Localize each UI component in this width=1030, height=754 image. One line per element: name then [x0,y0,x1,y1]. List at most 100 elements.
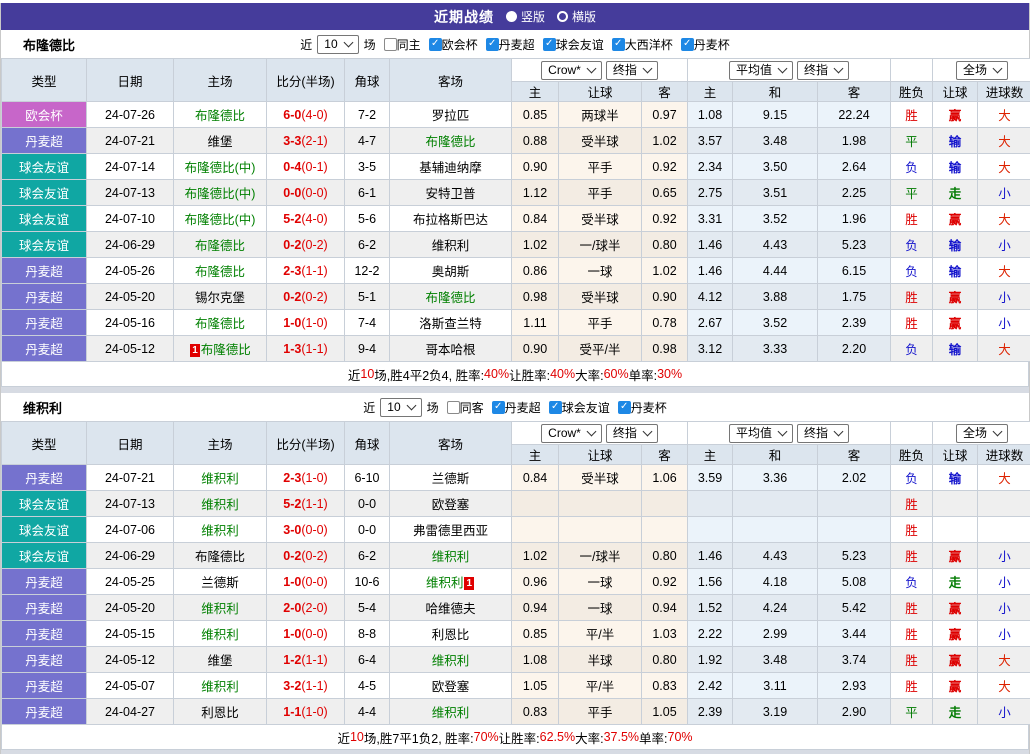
full-time-score: 2-0 [283,601,301,615]
half-time-score: (1-0) [301,471,327,485]
league-checkbox[interactable]: ✓ [543,38,556,51]
league-checkbox[interactable]: ✓ [429,38,442,51]
score-cell: 1-0(0-0) [267,621,345,647]
home-team-name: 布隆德比 [195,550,245,564]
chevron-down-icon [834,63,844,73]
handicap-cell: 两球半 [559,102,642,128]
corners-cell: 7-4 [345,310,390,336]
match-count-select[interactable]: 10 [380,398,421,417]
summary-text: 37.5% [604,730,639,744]
chevron-down-icon [993,426,1003,436]
away-team-cell: 奥胡斯 [390,258,512,284]
goals-result-cell: 小 [978,310,1030,336]
match-count-select[interactable]: 10 [317,35,358,54]
odds-group-header: Crow*终指 [512,422,688,445]
league-filter[interactable]: ✓丹麦超 [486,36,535,53]
league-checkbox[interactable]: ✓ [681,38,694,51]
date-cell: 24-06-29 [87,543,174,569]
radio-vertical-icon[interactable] [506,11,517,22]
odds-company-select[interactable]: Crow* [541,424,602,443]
column-header: 比分(半场) [267,422,345,465]
average-select[interactable]: 平均值 [729,61,793,80]
radio-horizontal-icon[interactable] [557,11,568,22]
scope-select[interactable]: 全场 [956,61,1008,80]
league-filter[interactable]: ✓丹麦杯 [618,399,667,416]
odds-company-select[interactable]: Crow* [541,61,602,80]
avg-draw-cell: 9.15 [733,102,818,128]
away-odds-cell [642,491,688,517]
score-cell: 2-3(1-1) [267,258,345,284]
same-venue-checkbox[interactable] [384,38,397,51]
away-odds-cell: 0.80 [642,647,688,673]
home-team-name: 维积利 [201,498,239,512]
same-venue-filter[interactable]: 同客 [447,399,484,416]
date-cell: 24-07-13 [87,180,174,206]
goals-result-cell: 大 [978,647,1030,673]
sub-column-header: 进球数 [978,82,1030,102]
radio-vertical-label[interactable]: 竖版 [521,8,545,25]
radio-horizontal-label[interactable]: 横版 [572,8,596,25]
layout-option-vertical[interactable]: 竖版 [506,8,545,25]
average-final-select[interactable]: 终指 [797,61,849,80]
league-filter[interactable]: ✓大西洋杯 [612,36,673,53]
sub-column-header: 进球数 [978,445,1030,465]
match-type-cell: 丹麦超 [2,258,87,284]
handicap-cell: 平手 [559,180,642,206]
league-filter[interactable]: ✓欧会杯 [429,36,478,53]
away-team-name: 布隆德比 [425,291,475,305]
same-venue-filter[interactable]: 同主 [384,36,421,53]
layout-option-horizontal[interactable]: 横版 [557,8,596,25]
league-label: 大西洋杯 [625,36,673,53]
red-card-badge: 1 [190,344,200,357]
summary-text: 70% [668,730,693,744]
date-cell: 24-05-12 [87,336,174,362]
avg-draw-cell: 3.36 [733,465,818,491]
home-odds-cell: 0.98 [512,284,559,310]
odds-final-select[interactable]: 终指 [606,61,658,80]
league-filter[interactable]: ✓丹麦超 [492,399,541,416]
league-filter[interactable]: ✓丹麦杯 [681,36,730,53]
page-title: 近期战绩 [434,7,494,27]
result-cell: 胜 [891,673,933,699]
summary-text: 40% [484,367,509,381]
date-cell: 24-06-29 [87,232,174,258]
league-checkbox[interactable]: ✓ [486,38,499,51]
result-cell: 胜 [891,543,933,569]
handicap-result-cell: 输 [933,154,978,180]
avg-home-cell: 1.52 [688,595,733,621]
away-odds-cell: 0.78 [642,310,688,336]
league-checkbox[interactable]: ✓ [492,401,505,414]
handicap-cell [559,491,642,517]
date-cell: 24-07-13 [87,491,174,517]
average-select[interactable]: 平均值 [729,424,793,443]
handicap-cell: 平/半 [559,673,642,699]
avg-away-cell: 5.42 [818,595,891,621]
home-team-name: 锡尔克堡 [195,291,245,305]
league-checkbox[interactable]: ✓ [612,38,625,51]
summary-text: 40% [550,367,575,381]
sub-column-header: 主 [688,82,733,102]
same-venue-checkbox[interactable] [447,401,460,414]
league-filter[interactable]: ✓球会友谊 [543,36,604,53]
league-checkbox[interactable]: ✓ [549,401,562,414]
scope-select[interactable]: 全场 [956,424,1008,443]
match-row: 丹麦超24-05-121布隆德比1-3(1-1)9-4哥本哈根0.90受平/半0… [2,336,1030,362]
match-row: 丹麦超24-05-25兰德斯1-0(0-0)10-6维积利10.96一球0.92… [2,569,1030,595]
handicap-cell: 平/半 [559,621,642,647]
avg-away-cell [818,517,891,543]
league-filter[interactable]: ✓球会友谊 [549,399,610,416]
home-team-cell: 维堡 [174,647,267,673]
away-team-cell: 维积利1 [390,569,512,595]
corners-cell: 7-2 [345,102,390,128]
match-row: 丹麦超24-07-21维堡3-3(2-1)4-7布隆德比0.88受半球1.023… [2,128,1030,154]
score-cell: 0-2(0-2) [267,232,345,258]
average-final-select[interactable]: 终指 [797,424,849,443]
same-venue-label: 同主 [397,36,421,53]
home-team-name: 布隆德比 [195,317,245,331]
date-cell: 24-05-12 [87,647,174,673]
league-checkbox[interactable]: ✓ [618,401,631,414]
home-team-cell: 兰德斯 [174,569,267,595]
odds-final-select[interactable]: 终指 [606,424,658,443]
away-team-cell: 维积利 [390,647,512,673]
away-odds-cell: 0.65 [642,180,688,206]
